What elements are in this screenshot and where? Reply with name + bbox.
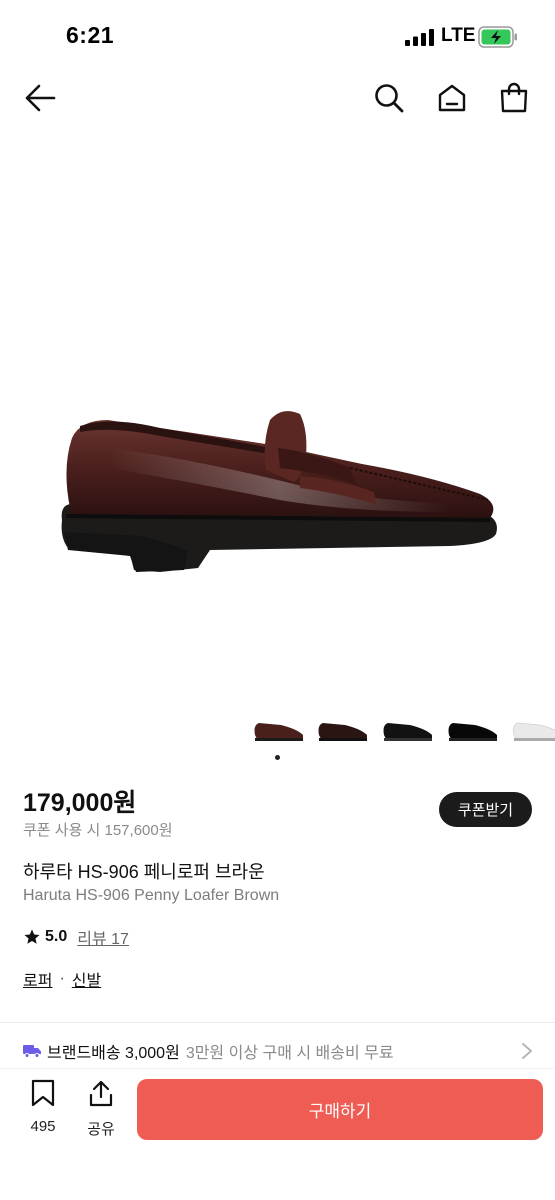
star-icon: [24, 929, 40, 944]
search-button[interactable]: [369, 78, 409, 118]
back-arrow-icon: [25, 84, 56, 112]
network-label: LTE: [441, 25, 476, 46]
status-time: 6:21: [66, 22, 115, 48]
buy-button[interactable]: 구매하기: [137, 1079, 543, 1140]
thumbnail-dark-brown[interactable]: [315, 715, 371, 743]
review-link[interactable]: 리뷰 17: [77, 925, 129, 949]
coupon-price: 쿠폰 사용 시 157,600원: [23, 822, 173, 839]
product-name-english: Haruta HS-906 Penny Loafer Brown: [23, 887, 280, 904]
home-button[interactable]: [432, 78, 472, 118]
bookmark-count: 495: [30, 1118, 56, 1135]
shopping-bag-button[interactable]: [494, 78, 534, 118]
back-button[interactable]: [20, 78, 60, 118]
loafer-shoe-image: [61, 411, 497, 572]
section-divider: [0, 1022, 555, 1023]
top-nav-bar: [0, 70, 555, 128]
home-icon: [438, 84, 466, 112]
bottom-action-bar: 495 공유 구매하기: [0, 1068, 555, 1200]
thumbnail-black-glossy[interactable]: [445, 715, 501, 743]
bookmark-icon: [31, 1079, 55, 1107]
shopping-bag-icon: [500, 82, 528, 113]
thumbnail-black[interactable]: [380, 715, 436, 743]
image-page-indicator: [275, 755, 280, 760]
category-breadcrumb: 로퍼 · 신발: [23, 967, 101, 991]
share-label: 공유: [87, 1121, 115, 1138]
get-coupon-button[interactable]: 쿠폰받기: [439, 792, 532, 827]
signal-icon: [405, 29, 434, 46]
share-button[interactable]: 공유: [78, 1079, 124, 1141]
shipping-info-row[interactable]: 브랜드배송 3,000원 3만원 이상 구매 시 배송비 무료: [23, 1038, 533, 1064]
category-separator: ·: [59, 970, 65, 987]
category-link-loafer[interactable]: 로퍼: [23, 967, 52, 991]
thumbnail-white[interactable]: [510, 715, 555, 743]
rating-score: 5.0: [45, 928, 68, 945]
product-price: 179,000원: [23, 789, 137, 817]
product-name-korean: 하루타 HS-906 페니로퍼 브라운: [23, 862, 265, 882]
thumbnail-brown[interactable]: [251, 715, 307, 743]
chevron-right-icon: [522, 1043, 532, 1059]
status-bar: 6:21 LTE: [0, 0, 555, 64]
category-link-shoes[interactable]: 신발: [72, 967, 101, 991]
share-icon: [89, 1080, 113, 1107]
search-icon: [375, 84, 404, 113]
free-shipping-condition: 3만원 이상 구매 시 배송비 무료: [185, 1045, 394, 1062]
thumbnail-strip: [245, 715, 555, 745]
battery-charging-icon: [478, 26, 517, 48]
bookmark-button[interactable]: 495: [20, 1079, 66, 1141]
shipping-fee: 브랜드배송 3,000원: [47, 1045, 180, 1062]
rating-row: 5.0 리뷰 17: [23, 926, 129, 948]
product-image[interactable]: [0, 128, 555, 718]
truck-icon: [23, 1045, 41, 1058]
